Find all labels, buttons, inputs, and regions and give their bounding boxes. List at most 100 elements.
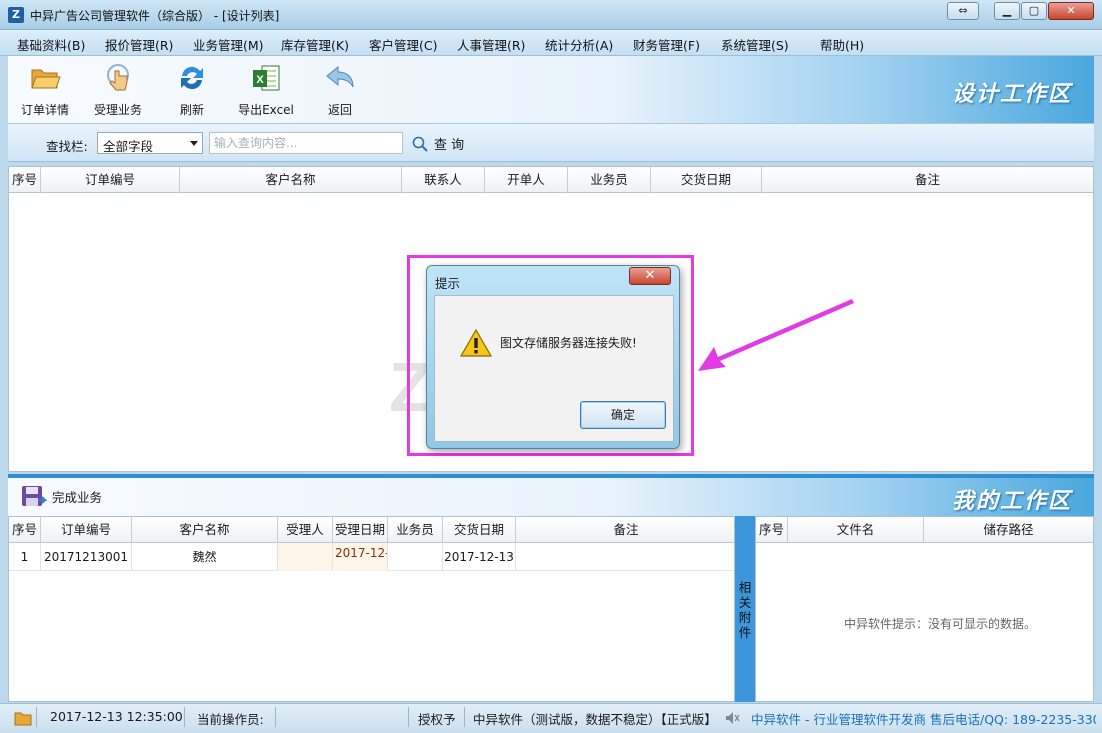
col-customer[interactable]: 客户名称 <box>180 167 402 193</box>
cell-customer: 魏然 <box>132 543 278 571</box>
maximize-button[interactable]: ▢ <box>1021 2 1047 20</box>
menu-customer[interactable]: 客户管理(C) <box>369 35 437 54</box>
back-arrow-icon <box>326 65 354 88</box>
col-seq[interactable]: 序号 <box>9 167 41 193</box>
hand-pointer-icon <box>107 64 129 91</box>
svg-text:X: X <box>256 74 264 86</box>
status-contact: 售后电话/QQ: 189-2235-3307 <box>930 712 1096 727</box>
menu-statistics[interactable]: 统计分析(A) <box>545 35 613 54</box>
side-tab-char: 件 <box>738 625 752 640</box>
side-tab-char: 关 <box>738 595 752 610</box>
field-select-value: 全部字段 <box>103 139 154 154</box>
export-excel-label: 导出Excel <box>238 103 294 117</box>
col-salesman[interactable]: 业务员 <box>568 167 651 193</box>
cell-seq: 1 <box>9 543 41 571</box>
menu-business[interactable]: 业务管理(M) <box>193 35 264 54</box>
status-divider <box>408 707 409 727</box>
task-grid-header: 序号 订单编号 客户名称 受理人 受理日期 业务员 交货日期 备注 <box>9 517 734 543</box>
back-button[interactable]: 返回 <box>305 62 375 118</box>
search-button[interactable]: 查 询 <box>412 134 464 153</box>
status-bar: 2017-12-13 12:35:00 当前操作员: 授权予 中异软件（测试版，… <box>0 703 1102 733</box>
col-order-no[interactable]: 订单编号 <box>41 167 180 193</box>
accept-business-label: 受理业务 <box>93 103 142 117</box>
cell-order-no: 20171213001 <box>41 543 132 571</box>
dialog-title: 提示 <box>435 276 461 291</box>
status-grant: 授权予 <box>418 712 456 727</box>
col-remarks[interactable]: 备注 <box>516 517 734 543</box>
col-issuer[interactable]: 开单人 <box>485 167 568 193</box>
close-button[interactable]: ✕ <box>1048 2 1094 20</box>
col-filename[interactable]: 文件名 <box>788 517 924 543</box>
empty-data-hint: 中异软件提示：没有可显示的数据。 <box>844 617 1037 631</box>
menu-help[interactable]: 帮助(H) <box>820 35 864 54</box>
status-datetime: 2017-12-13 12:35:00 <box>50 709 183 724</box>
side-tab-char: 相 <box>738 580 752 595</box>
status-operator-label: 当前操作员: <box>197 712 264 727</box>
folder-icon[interactable] <box>14 710 32 726</box>
col-delivery-date[interactable]: 交货日期 <box>651 167 762 193</box>
col-delivery-date[interactable]: 交货日期 <box>443 517 516 543</box>
chevron-down-icon <box>190 141 198 146</box>
dialog-close-button[interactable]: ✕ <box>629 267 671 285</box>
my-zone-title: 我的工作区 <box>951 488 1072 514</box>
back-label: 返回 <box>327 103 352 117</box>
speaker-icon[interactable] <box>725 711 741 725</box>
menu-finance[interactable]: 财务管理(F) <box>633 35 700 54</box>
ok-button[interactable]: 确定 <box>580 401 666 429</box>
col-customer[interactable]: 客户名称 <box>132 517 278 543</box>
search-label: 查找栏: <box>46 139 88 154</box>
status-tagline: 中异软件 - 行业管理软件开发商 <box>751 712 926 727</box>
menu-basic-data[interactable]: 基础资料(B) <box>17 35 85 54</box>
cell-remarks <box>516 543 734 571</box>
cell-accept-date: 2017-12- <box>333 543 388 571</box>
col-contact[interactable]: 联系人 <box>402 167 485 193</box>
finish-business-button[interactable]: 完成业务 <box>20 484 102 510</box>
status-divider <box>36 707 37 727</box>
col-storage-path[interactable]: 储存路径 <box>924 517 1093 543</box>
export-excel-button[interactable]: X 导出Excel <box>231 62 301 118</box>
warning-icon <box>460 328 492 357</box>
alert-dialog: 提示 ✕ 图文存储服务器连接失败! 确定 <box>426 265 680 449</box>
menu-hr[interactable]: 人事管理(R) <box>457 35 525 54</box>
search-input[interactable] <box>209 132 403 154</box>
col-remarks[interactable]: 备注 <box>762 167 1093 193</box>
window-title: 中异广告公司管理软件（综合版） - [设计列表] <box>30 9 280 23</box>
order-detail-label: 订单详情 <box>20 103 69 117</box>
col-seq[interactable]: 序号 <box>756 517 788 543</box>
title-bar: Z 中异广告公司管理软件（综合版） - [设计列表] ⇔ ▁ ▢ ✕ <box>0 0 1102 30</box>
minimize-button[interactable]: ▁ <box>994 2 1020 20</box>
accept-business-button[interactable]: 受理业务 <box>83 62 153 118</box>
status-version: 中异软件（测试版，数据不稳定）【正式版】 <box>473 712 717 727</box>
app-logo-icon: Z <box>8 7 24 23</box>
finish-business-label: 完成业务 <box>52 490 103 505</box>
attachments-grid: 序号 文件名 储存路径 中异软件提示：没有可显示的数据。 <box>755 516 1094 702</box>
col-accept-date[interactable]: 受理日期 <box>333 517 388 543</box>
my-workspace-bar: 完成业务 我的工作区 <box>8 474 1094 516</box>
col-seq[interactable]: 序号 <box>9 517 41 543</box>
menu-quote[interactable]: 报价管理(R) <box>105 35 173 54</box>
grid-header: 序号 订单编号 客户名称 联系人 开单人 业务员 交货日期 备注 <box>9 167 1093 193</box>
my-task-grid: 序号 订单编号 客户名称 受理人 受理日期 业务员 交货日期 备注 1 2017… <box>8 516 735 702</box>
menu-inventory[interactable]: 库存管理(K) <box>281 35 349 54</box>
annotation-arrow-icon <box>698 299 854 371</box>
magnifier-icon <box>412 136 428 152</box>
toolbar: 订单详情 受理业务 刷新 X 导出Excel 返回 设计工作区 <box>8 56 1094 124</box>
col-acceptor[interactable]: 受理人 <box>278 517 333 543</box>
search-button-label: 查 询 <box>434 138 465 153</box>
cell-salesman <box>388 543 443 571</box>
side-tab-char: 附 <box>738 610 752 625</box>
menu-system[interactable]: 系统管理(S) <box>721 35 789 54</box>
refresh-button[interactable]: 刷新 <box>157 62 227 118</box>
col-order-no[interactable]: 订单编号 <box>41 517 132 543</box>
restore-arrows-button[interactable]: ⇔ <box>947 2 979 20</box>
order-detail-button[interactable]: 订单详情 <box>10 62 80 118</box>
attachments-tab[interactable]: 相 关 附 件 <box>735 516 755 702</box>
table-row[interactable]: 1 20171213001 魏然 2017-12- 2017-12-13 <box>9 543 734 571</box>
col-salesman[interactable]: 业务员 <box>388 517 443 543</box>
excel-icon: X <box>253 65 280 91</box>
status-divider <box>275 707 276 727</box>
search-bar: 查找栏: 全部字段 查 询 <box>8 124 1094 162</box>
refresh-label: 刷新 <box>179 103 204 117</box>
field-select[interactable]: 全部字段 <box>97 132 203 154</box>
cell-delivery-date: 2017-12-13 <box>443 543 516 571</box>
